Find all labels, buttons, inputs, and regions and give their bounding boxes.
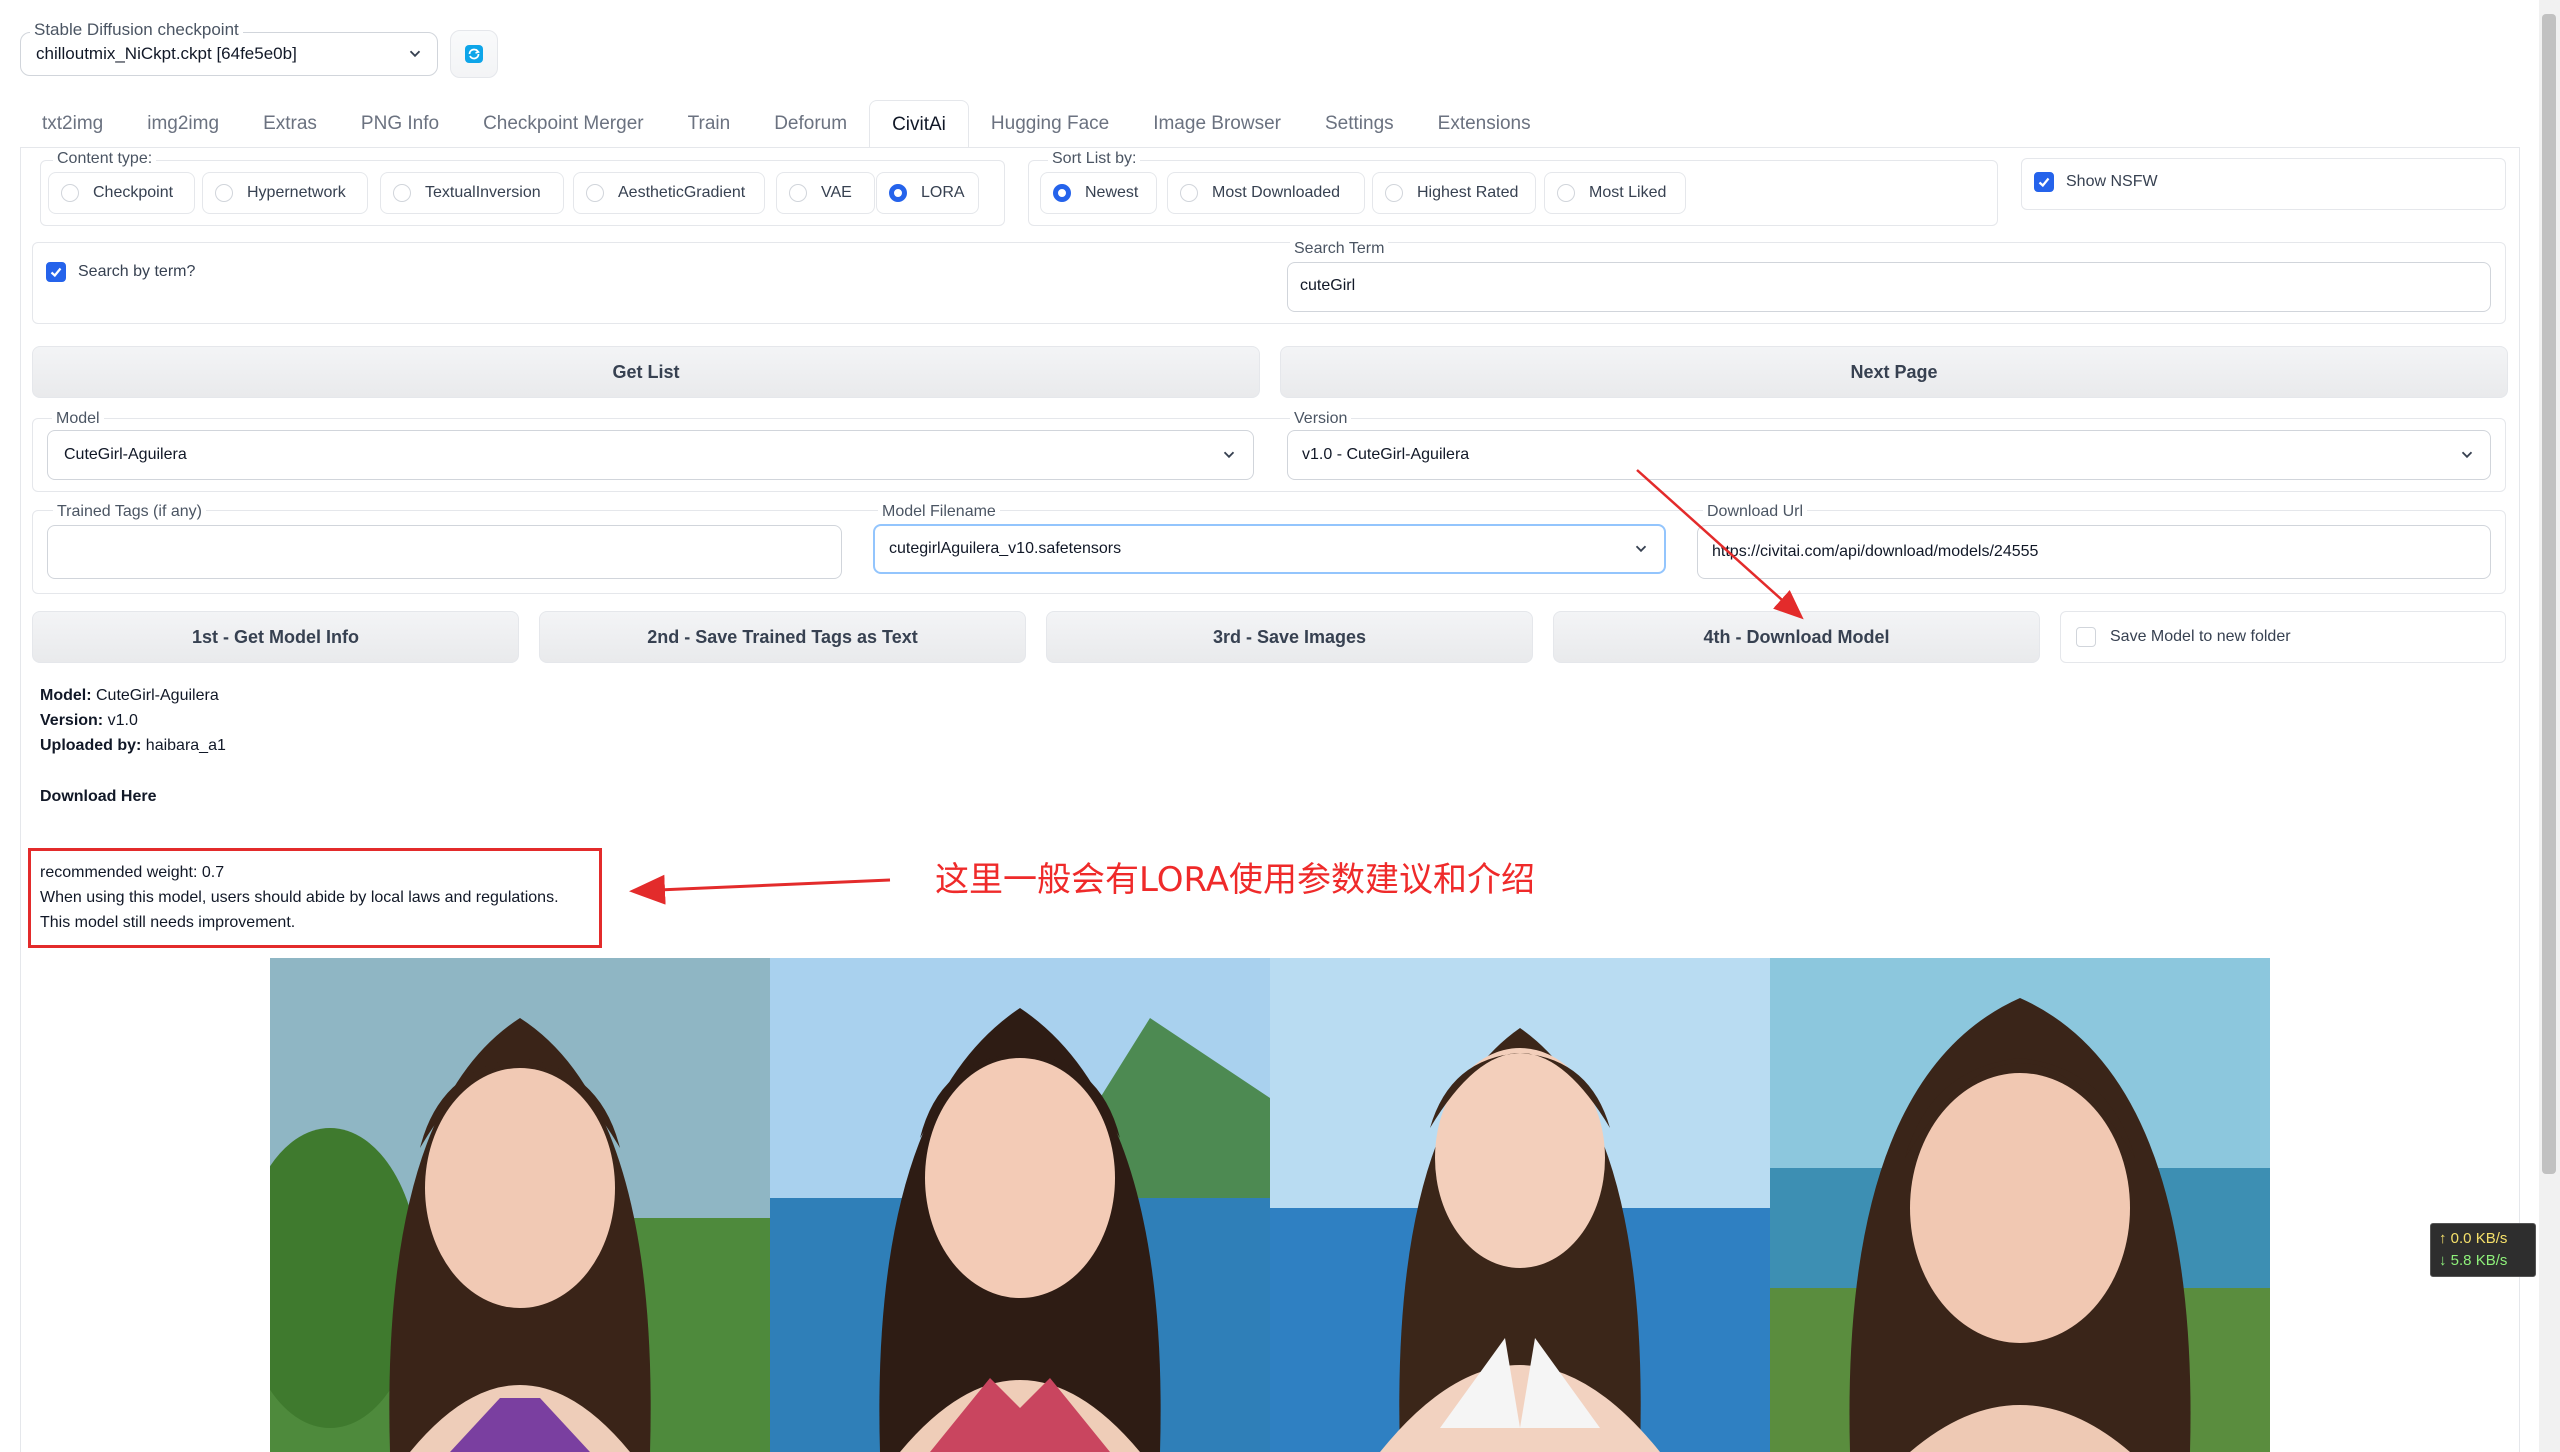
photo-4 bbox=[1770, 958, 2270, 1452]
photo-3 bbox=[1270, 958, 1770, 1452]
annotation-text: 这里一般会有LORA使用参数建议和介绍 bbox=[935, 860, 1535, 900]
photo-2 bbox=[770, 958, 1270, 1452]
preview-image[interactable] bbox=[1770, 958, 2270, 1452]
download-speed-value: 5.8 KB/s bbox=[2450, 1252, 2508, 1269]
photo-1 bbox=[270, 958, 770, 1452]
preview-image[interactable] bbox=[270, 958, 770, 1452]
preview-image[interactable] bbox=[1270, 958, 1770, 1452]
upload-speed-value: 0.0 KB/s bbox=[2450, 1230, 2508, 1247]
scrollbar-thumb[interactable] bbox=[2542, 14, 2556, 1174]
arrow-up-icon: ↑ bbox=[2439, 1230, 2447, 1247]
download-speed: ↓ 5.8 KB/s bbox=[2439, 1250, 2527, 1272]
preview-image[interactable] bbox=[770, 958, 1270, 1452]
annotation-arrow-left bbox=[629, 874, 891, 905]
net-speed-widget: ↑ 0.0 KB/s ↓ 5.8 KB/s bbox=[2430, 1223, 2536, 1277]
arrow-down-icon: ↓ bbox=[2439, 1252, 2447, 1269]
upload-speed: ↑ 0.0 KB/s bbox=[2439, 1228, 2527, 1250]
annotation-arrow-download bbox=[1636, 469, 1804, 620]
